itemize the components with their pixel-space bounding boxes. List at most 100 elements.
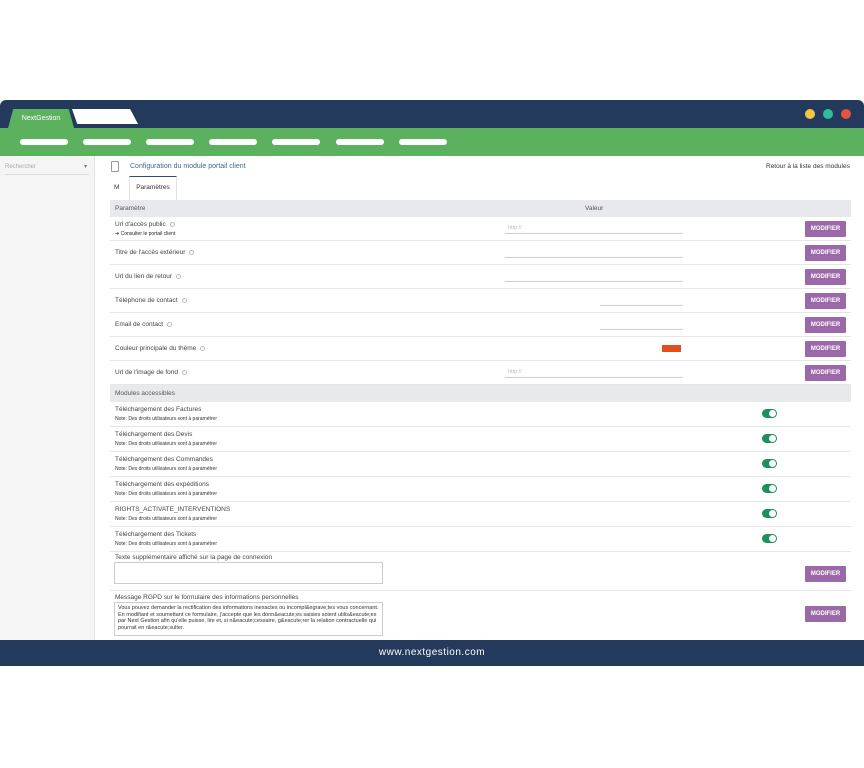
param-row: Téléphone de contact MODIFIER (110, 289, 851, 313)
info-icon (176, 273, 182, 279)
param-label: Titre de l'accès extérieur (115, 249, 195, 256)
document-icon (111, 161, 119, 172)
param-input[interactable] (505, 246, 683, 258)
param-label: Email de contact (115, 321, 173, 328)
module-label: RIGHTS_ACTIVATE_INTERVENTIONS (115, 506, 231, 513)
close-icon[interactable] (841, 109, 851, 119)
caret-down-icon: ▾ (83, 164, 87, 170)
param-row: Url d'accès public ➔ Consulter le portail… (110, 217, 851, 241)
modifier-button[interactable]: MODIFIER (805, 221, 846, 237)
param-label: Url du lien de retour (115, 273, 182, 280)
modules-header: Modules accessibles (110, 385, 851, 402)
tab-parametres[interactable]: Paramètres (129, 176, 177, 200)
menu-item[interactable] (146, 139, 194, 145)
consult-portal-link[interactable]: ➔ Consulter le portail client (115, 231, 175, 237)
module-note: Note: Des droits utilisateurs sont à par… (115, 416, 217, 422)
module-toggle[interactable] (762, 534, 777, 543)
module-toggle[interactable] (762, 434, 777, 443)
modifier-button[interactable]: MODIFIER (805, 245, 846, 261)
module-note: Note: Des droits utilisateurs sont à par… (115, 516, 217, 522)
module-note: Note: Des droits utilisateurs sont à par… (115, 541, 217, 547)
param-label-text: Téléphone de contact (115, 297, 178, 304)
modifier-button[interactable]: MODIFIER (805, 341, 846, 357)
module-row: Téléchargement des Devis Note: Des droit… (110, 427, 851, 452)
extra-text-row: Texte supplémentaire affiché sur la page… (110, 552, 851, 591)
sidebar: Rechercher ▾ (0, 156, 95, 640)
modifier-button[interactable]: MODIFIER (805, 269, 846, 285)
info-icon (200, 345, 206, 351)
param-input[interactable] (505, 270, 683, 282)
param-label: Téléphone de contact (115, 297, 187, 304)
info-icon (189, 249, 195, 255)
col-parametre: Paramètre (115, 205, 146, 212)
module-row: Téléchargement des expéditions Note: Des… (110, 477, 851, 502)
module-note: Note: Des droits utilisateurs sont à par… (115, 491, 217, 497)
info-icon (181, 297, 187, 303)
extra-text-textarea[interactable] (114, 562, 383, 584)
param-input[interactable] (600, 294, 683, 306)
param-label-text: Url du lien de retour (115, 273, 173, 280)
modifier-button[interactable]: MODIFIER (805, 566, 846, 582)
module-note: Note: Des droits utilisateurs sont à par… (115, 466, 217, 472)
module-toggle[interactable] (762, 459, 777, 468)
module-label: Téléchargement des Commandes (115, 456, 213, 463)
info-icon (169, 221, 175, 227)
module-row: Téléchargement des Commandes Note: Des d… (110, 452, 851, 477)
col-valeur: Valeur (585, 205, 604, 212)
info-icon (182, 369, 188, 375)
param-label: Url d'accès public (115, 221, 175, 228)
rgpd-label: Message RGPD sur le formulaire des infor… (115, 594, 299, 601)
modifier-button[interactable]: MODIFIER (805, 317, 846, 333)
footer-url: www.nextgestion.com (0, 640, 864, 666)
param-label-text: Url d'accès public (115, 221, 166, 228)
param-input[interactable] (600, 318, 683, 330)
menu-item[interactable] (272, 139, 320, 145)
minimize-icon[interactable] (805, 109, 815, 119)
module-label: Téléchargement des Devis (115, 431, 193, 438)
menu-item[interactable] (336, 139, 384, 145)
app-window: NextGestion Rechercher ▾ Configuration du… (0, 100, 864, 666)
info-icon (167, 321, 173, 327)
module-row: RIGHTS_ACTIVATE_INTERVENTIONS Note: Des … (110, 502, 851, 527)
modifier-button[interactable]: MODIFIER (805, 365, 846, 381)
modifier-button[interactable]: MODIFIER (805, 293, 846, 309)
param-label-text: Couleur principale du thème (115, 345, 197, 352)
module-note: Note: Des droits utilisateurs sont à par… (115, 441, 217, 447)
param-row: Email de contact MODIFIER (110, 313, 851, 337)
param-label: Url de l'image de fond (115, 369, 188, 376)
module-label: Téléchargement des Factures (115, 406, 202, 413)
menu-item[interactable] (399, 139, 447, 145)
module-toggle[interactable] (762, 509, 777, 518)
module-row: Téléchargement des Factures Note: Des dr… (110, 402, 851, 427)
param-row: Url du lien de retour MODIFIER (110, 265, 851, 289)
tab-blank[interactable] (72, 109, 138, 124)
main-menu (0, 128, 864, 156)
menu-item[interactable] (209, 139, 257, 145)
param-label-text: Url de l'image de fond (115, 369, 179, 376)
param-row: Titre de l'accès extérieur MODIFIER (110, 241, 851, 265)
param-label-text: Email de contact (115, 321, 164, 328)
search-select[interactable]: Rechercher ▾ (5, 162, 89, 175)
module-toggle[interactable] (762, 484, 777, 493)
modifier-button[interactable]: MODIFIER (805, 606, 846, 622)
module-label: Téléchargement des Tickets (115, 531, 197, 538)
menu-item[interactable] (83, 139, 131, 145)
search-placeholder: Rechercher (5, 164, 37, 170)
title-bar: NextGestion (0, 100, 864, 128)
tab-m[interactable]: M (114, 184, 119, 191)
rgpd-textarea[interactable]: Vous pouvez demander la rectification de… (114, 602, 383, 636)
param-row: Couleur principale du thème MODIFIER (110, 337, 851, 361)
back-link[interactable]: Retour à la liste des modules (766, 163, 850, 170)
param-input[interactable]: http:// (505, 222, 683, 234)
table-header: Paramètre Valeur (110, 200, 851, 217)
module-toggle[interactable] (762, 409, 777, 418)
color-swatch[interactable] (662, 345, 681, 352)
maximize-icon[interactable] (823, 109, 833, 119)
param-label-text: Titre de l'accès extérieur (115, 249, 186, 256)
param-row: Url de l'image de fond http:// MODIFIER (110, 361, 851, 385)
extra-text-label: Texte supplémentaire affiché sur la page… (115, 554, 273, 561)
param-input[interactable]: http:// (505, 366, 683, 378)
menu-item[interactable] (20, 139, 68, 145)
module-label: Téléchargement des expéditions (115, 481, 209, 488)
tab-nextgestion[interactable]: NextGestion (8, 109, 74, 128)
